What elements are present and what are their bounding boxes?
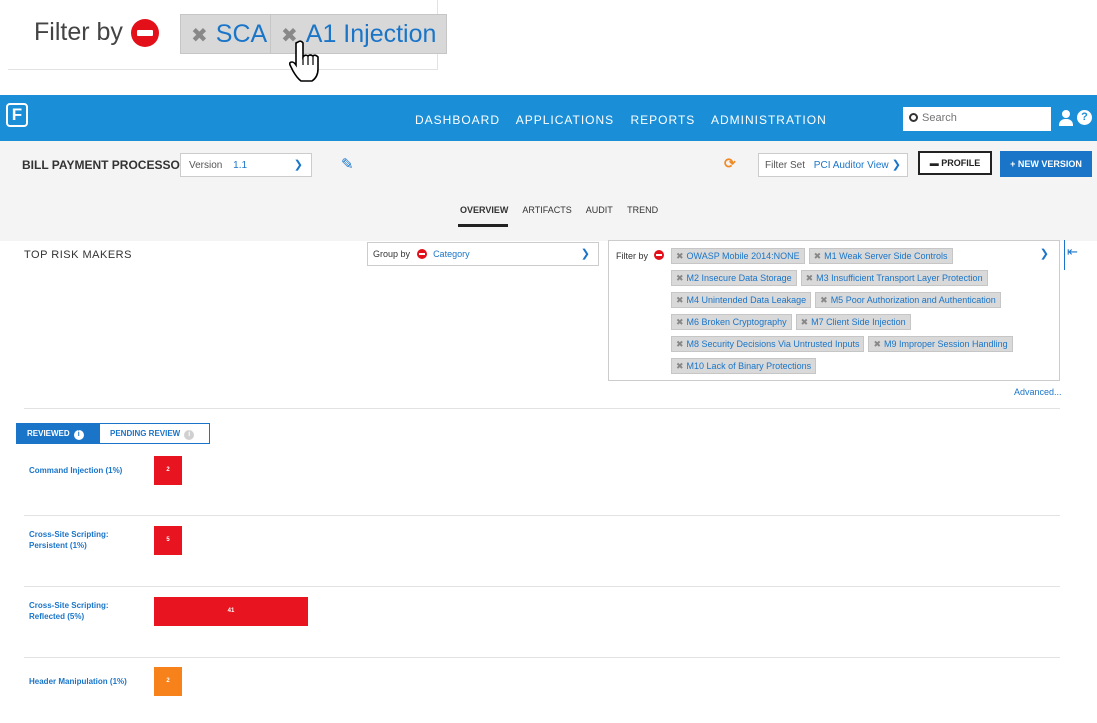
chevron-down-icon: ❯ [293, 159, 303, 171]
bar-value-label: 41 [227, 608, 235, 614]
filter-chip[interactable]: ✖ M3 Insufficient Transport Layer Protect… [800, 270, 988, 286]
chevron-down-icon: ❯ [580, 248, 590, 260]
app-logo-icon[interactable]: F [6, 103, 28, 127]
user-icon[interactable] [1059, 110, 1073, 126]
bar[interactable]: 5 [154, 526, 182, 555]
tab-artifacts[interactable]: ARTIFACTS [522, 205, 571, 215]
bar[interactable]: 41 [154, 597, 308, 626]
search-box[interactable] [903, 107, 1051, 131]
filter-chip[interactable]: ✖ M1 Weak Server Side Controls [808, 248, 953, 264]
filter-chip[interactable]: ✖ M6 Broken Cryptography [671, 314, 792, 330]
category-label[interactable]: Cross-Site Scripting: Persistent (1%) [29, 529, 109, 551]
close-icon[interactable]: ✖ [676, 273, 684, 283]
divider [24, 408, 1060, 409]
bar-value-label: 2 [166, 467, 170, 473]
filter-by-label: Filter by [34, 18, 123, 46]
close-icon[interactable]: ✖ [806, 273, 814, 283]
filter-set-select[interactable]: Filter Set PCI Auditor View ❯ [758, 153, 908, 177]
filter-chip[interactable]: ✖ M9 Improper Session Handling [868, 336, 1013, 352]
bar-value-label: 5 [166, 537, 170, 543]
filter-chip[interactable]: ✖ M7 Client Side Injection [795, 314, 911, 330]
reviewed-toggle-button[interactable]: REVIEWED i [17, 424, 100, 443]
version-label: Version [189, 160, 223, 171]
nav-dashboard[interactable]: DASHBOARD [415, 113, 500, 127]
info-icon[interactable]: i [73, 430, 84, 440]
info-icon[interactable]: i [184, 430, 195, 440]
bar[interactable]: 2 [154, 456, 182, 485]
section-title: TOP RISK MAKERS [24, 249, 132, 261]
row-divider [24, 515, 1060, 516]
hand-cursor-icon [289, 40, 319, 82]
row-divider [24, 586, 1060, 587]
active-tab-indicator [458, 224, 508, 227]
tab-audit[interactable]: AUDIT [586, 205, 613, 215]
collapse-arrow-icon[interactable]: ⇤ [1067, 244, 1078, 260]
refresh-icon[interactable]: ⟳ [724, 155, 736, 172]
remove-group-icon[interactable] [416, 249, 427, 259]
row-divider [24, 657, 1060, 658]
close-icon[interactable]: ✖ [676, 295, 684, 305]
search-input[interactable] [922, 112, 1032, 124]
filter-chip-sca[interactable]: ✖ SCA [180, 14, 279, 54]
category-label[interactable]: Command Injection (1%) [29, 465, 122, 476]
application-title: BILL PAYMENT PROCESSOR [22, 158, 189, 172]
filter-zoom-callout: Filter by ✖ SCA ✖ A1 Injection [8, 0, 448, 82]
group-by-select[interactable]: Group by Category ❯ [367, 242, 599, 266]
close-icon[interactable]: ✖ [873, 339, 881, 349]
close-icon[interactable]: ✖ [676, 251, 684, 261]
filter-chip[interactable]: ✖ M5 Poor Authorization and Authenticatio… [815, 292, 1001, 308]
collapse-divider [1064, 240, 1065, 270]
tab-trend[interactable]: TREND [627, 205, 658, 215]
filter-chip[interactable]: ✖ M8 Security Decisions Via Untrusted Inp… [671, 336, 865, 352]
filter-set-label: Filter Set [765, 160, 806, 171]
group-by-label: Group by [373, 249, 411, 259]
chevron-down-icon: ❯ [891, 159, 901, 171]
category-label[interactable]: Header Manipulation (1%) [29, 676, 127, 687]
version-value: 1.1 [233, 160, 248, 171]
nav-applications[interactable]: APPLICATIONS [516, 113, 614, 127]
help-icon[interactable]: ? [1077, 110, 1092, 125]
nav-administration[interactable]: ADMINISTRATION [711, 113, 827, 127]
bar-value-label: 2 [166, 678, 170, 684]
close-icon[interactable]: ✖ [814, 251, 822, 261]
new-version-button[interactable]: + NEW VERSION [1000, 151, 1092, 177]
filter-chip[interactable]: ✖ M2 Insecure Data Storage [671, 270, 797, 286]
briefcase-icon: ▬ [929, 158, 939, 168]
remove-filter-icon[interactable] [131, 19, 159, 47]
bar[interactable]: 2 [154, 667, 182, 696]
close-icon[interactable]: ✖ [676, 339, 684, 349]
edit-pencil-icon[interactable]: ✎ [341, 155, 354, 173]
chevron-down-icon[interactable]: ❯ [1040, 247, 1049, 260]
search-icon [909, 113, 918, 122]
close-icon[interactable]: ✖ [676, 317, 684, 327]
group-by-value: Category [433, 249, 470, 259]
category-label[interactable]: Cross-Site Scripting: Reflected (5%) [29, 600, 109, 622]
profile-button[interactable]: ▬ PROFILE [918, 151, 992, 175]
filter-by-label: Filter by [616, 251, 649, 261]
advanced-link[interactable]: Advanced... [1014, 387, 1062, 397]
filter-panel[interactable]: Filter by ❯ ✖ OWASP Mobile 2014:NONE ✖ M1 W… [608, 240, 1060, 381]
main-nav: DASHBOARD APPLICATIONS REPORTS ADMINISTR… [415, 113, 839, 127]
nav-reports[interactable]: REPORTS [631, 113, 696, 127]
content-tabs: OVERVIEW ARTIFACTS AUDIT TREND [460, 205, 670, 215]
tab-overview[interactable]: OVERVIEW [460, 205, 508, 215]
filter-chip[interactable]: ✖ OWASP Mobile 2014:NONE [671, 248, 805, 264]
filter-set-value: PCI Auditor View [813, 160, 889, 171]
close-icon[interactable]: ✖ [801, 317, 809, 327]
filter-chip-list: ✖ OWASP Mobile 2014:NONE ✖ M1 Weak Server S… [671, 246, 1031, 378]
close-icon[interactable]: ✖ [191, 25, 208, 47]
remove-filter-icon[interactable] [654, 250, 664, 260]
filter-chip[interactable]: ✖ M10 Lack of Binary Protections [671, 358, 817, 374]
pending-review-toggle-button[interactable]: PENDING REVIEW i [100, 424, 209, 443]
close-icon[interactable]: ✖ [820, 295, 828, 305]
review-toggle: REVIEWED i PENDING REVIEW i [16, 423, 210, 444]
version-select[interactable]: Version 1.1 ❯ [180, 153, 312, 177]
filter-chip[interactable]: ✖ M4 Unintended Data Leakage [671, 292, 812, 308]
close-icon[interactable]: ✖ [676, 361, 684, 371]
